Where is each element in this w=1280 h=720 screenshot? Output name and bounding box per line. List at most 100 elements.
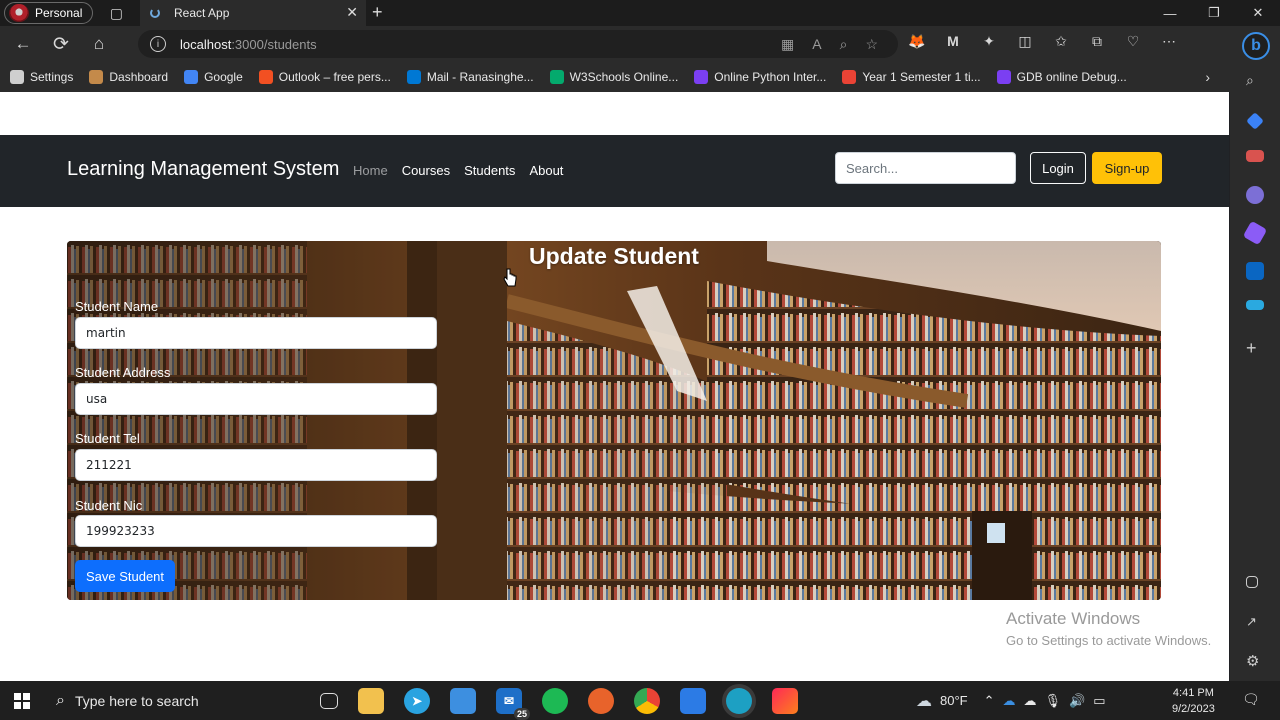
clock-time: 4:41 PM [1172,687,1214,699]
firefox-icon[interactable] [588,688,614,714]
sidebar-tools-icon[interactable] [1246,150,1264,162]
chrome-icon[interactable] [634,688,660,714]
tab-title: React App [174,6,230,20]
profile-label: Personal [35,6,83,20]
performance-icon[interactable]: ♡ [1122,30,1144,52]
sidebar-add-icon[interactable]: + [1246,338,1264,358]
site-navbar: Learning Management System Home Courses … [0,135,1229,207]
sidebar-settings-icon[interactable]: ⚙ [1246,652,1264,670]
url-input[interactable]: i localhost:3000/students ▦ A ⌕ ☆ [138,30,898,58]
new-tab-icon[interactable]: + [372,2,383,23]
sidebar-search-icon[interactable]: ⌕ [1246,72,1264,90]
tray-chevron-icon[interactable]: ⌃ [984,693,995,709]
taskbar-search[interactable]: ⌕ Type here to search [44,681,294,720]
bookmark-label: Outlook – free pers... [278,70,391,84]
sidebar-outlook-icon[interactable] [1246,262,1264,280]
malwarebytes-icon[interactable]: M [942,30,964,52]
bookmark-favicon-icon [842,70,857,84]
volume-icon[interactable]: 🔊 [1069,693,1085,709]
bookmark-label: GDB online Debug... [1016,70,1127,84]
cloud-icon[interactable]: ☁ [1024,693,1037,709]
url-host: localhost [180,36,232,52]
student-tel-label: Student Tel [75,431,140,446]
mail-badge: 25 [513,708,530,720]
bookmark-item[interactable]: Outlook – free pers... [258,70,391,84]
window-controls: — ❐ ✕ [1148,0,1280,26]
student-tel-input[interactable]: 211221 [75,449,437,481]
notifications-icon[interactable]: 🗨 [1242,691,1260,708]
split-screen-icon[interactable]: ◫ [1014,30,1036,52]
sidebar-copilot-icon[interactable] [1242,220,1268,246]
student-name-input[interactable]: martin [75,317,437,349]
sidebar-send-icon[interactable] [1246,300,1264,310]
start-button[interactable] [0,692,44,709]
task-view-icon[interactable] [320,693,338,709]
student-address-input[interactable]: usa [75,383,437,415]
bookmark-item[interactable]: Settings [10,70,73,84]
minimize-icon[interactable]: — [1148,0,1192,26]
tab-react-app[interactable]: React App ✕ [140,0,366,26]
login-button[interactable]: Login [1030,152,1086,184]
microsoft-store-icon[interactable] [450,688,476,714]
tab-actions-icon[interactable]: ▢ [103,2,129,24]
more-menu-icon[interactable]: ⋯ [1158,30,1180,52]
bookmark-item[interactable]: Google [184,70,243,84]
search-input[interactable] [835,152,1016,184]
app-available-icon[interactable]: ▦ [781,36,794,53]
page-viewport: Learning Management System Home Courses … [0,92,1229,681]
bookmarks-overflow-icon[interactable]: › [1205,69,1210,85]
collections-icon[interactable]: ⧉ [1086,30,1108,52]
mail-icon[interactable]: ✉ 25 [496,688,530,720]
metamask-icon[interactable]: 🦊 [906,30,928,52]
edge-sidebar: ⌕ + ↗ ⚙ [1230,26,1280,681]
close-tab-icon[interactable]: ✕ [346,4,358,21]
file-explorer-icon[interactable] [358,688,384,714]
back-icon[interactable]: ← [8,29,38,59]
sidebar-games-icon[interactable] [1246,186,1264,204]
sidebar-panel-icon[interactable] [1246,576,1258,588]
maximize-icon[interactable]: ❐ [1192,0,1236,26]
sidebar-external-icon[interactable]: ↗ [1246,614,1264,632]
network-icon[interactable]: ▭ [1093,693,1105,709]
student-address-label: Student Address [75,365,171,380]
zoom-icon[interactable]: ⌕ [840,36,848,53]
clock[interactable]: 4:41 PM 9/2/2023 [1172,685,1215,717]
extensions-icon[interactable]: ✦ [978,30,1000,52]
sidebar-tag-icon[interactable] [1246,112,1264,130]
copilot-icon[interactable]: b [1242,32,1270,60]
close-window-icon[interactable]: ✕ [1236,0,1280,26]
telegram-icon[interactable]: ➤ [404,688,430,714]
profile-button[interactable]: Personal [4,2,94,24]
bookmark-item[interactable]: W3Schools Online... [549,70,678,84]
bookmark-item[interactable]: GDB online Debug... [996,70,1127,84]
nav-link-courses[interactable]: Courses [402,163,450,178]
edge-icon[interactable] [726,688,752,714]
read-aloud-icon[interactable]: A [812,36,821,53]
taskbar-search-placeholder: Type here to search [74,692,199,709]
microphone-icon[interactable]: 🎙 [1045,693,1062,709]
bookmark-favicon-icon [258,70,273,84]
nav-link-about[interactable]: About [529,163,563,178]
intellij-icon[interactable] [772,688,798,714]
temperature[interactable]: 80°F [940,693,968,708]
favorites-icon[interactable]: ✩ [1050,30,1072,52]
refresh-icon[interactable]: ⟳ [46,29,76,59]
weather-icon[interactable]: ☁ [916,691,932,711]
spotify-icon[interactable] [542,688,568,714]
save-student-button[interactable]: Save Student [75,560,175,592]
favorite-star-icon[interactable]: ☆ [865,36,878,53]
onedrive-icon[interactable]: ☁ [1003,693,1016,709]
home-icon[interactable]: ⌂ [84,29,114,59]
nav-link-home[interactable]: Home [353,163,388,178]
bookmark-item[interactable]: Dashboard [89,70,168,84]
taskbar-search-icon: ⌕ [56,691,65,709]
nav-link-students[interactable]: Students [464,163,515,178]
signup-button[interactable]: Sign-up [1092,152,1162,184]
brand-title[interactable]: Learning Management System [67,158,339,181]
bookmark-item[interactable]: Online Python Inter... [694,70,826,84]
site-info-icon[interactable]: i [150,36,166,52]
student-nic-input[interactable]: 199923233 [75,515,437,547]
vscode-icon[interactable] [680,688,706,714]
bookmark-item[interactable]: Mail - Ranasinghe... [406,70,534,84]
bookmark-item[interactable]: Year 1 Semester 1 ti... [842,70,981,84]
